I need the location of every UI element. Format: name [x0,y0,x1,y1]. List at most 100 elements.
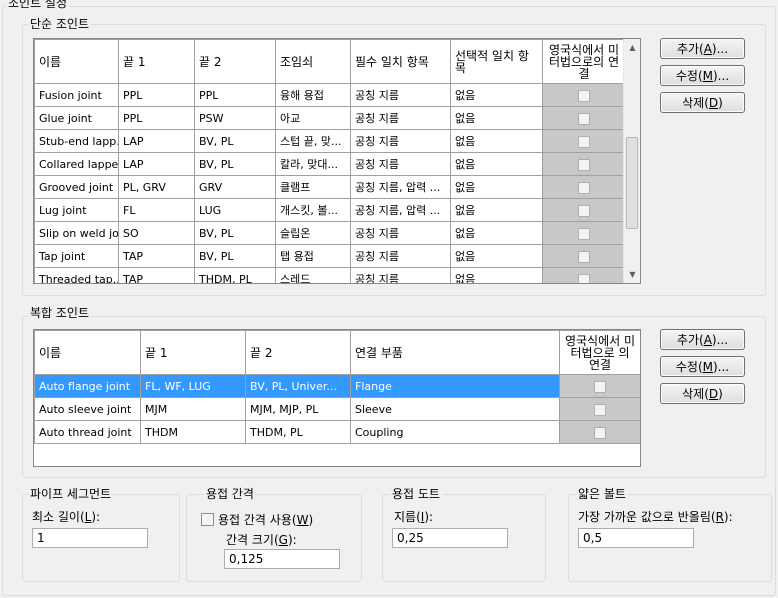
button-label-end: ) [718,386,723,401]
imperial-metric-checkbox[interactable] [578,204,590,217]
table-cell: Slip on weld jo... [34,221,119,245]
table-cell: 공칭 지름 [350,129,451,153]
table-row[interactable]: Glue joint PPL PSW 아교 공칭 지름 없음 [34,106,626,130]
label-text-end: ) [308,513,314,527]
col-header-optional-match[interactable]: 선택적 일치 항목 [450,39,543,84]
table-cell: 없음 [450,152,543,176]
simple-joints-table: 이름 끝 1 끝 2 조임쇠 필수 일치 항목 선택적 일치 항목 영국식에서 … [34,39,626,283]
table-cell: Sleeve [350,397,560,421]
col-header-fastener[interactable]: 조임쇠 [275,39,351,84]
table-row[interactable]: Tap joint TAP BV, PL 탭 용접 공칭 지름 없음 [34,244,626,268]
table-cell: 없음 [450,244,543,268]
table-row[interactable]: Auto thread joint THDM THDM, PL Coupling [34,420,640,444]
table-cell: Lug joint [34,198,119,222]
table-cell: 공칭 지름 [350,106,451,130]
simple-joints-grid[interactable]: 이름 끝 1 끝 2 조임쇠 필수 일치 항목 선택적 일치 항목 영국식에서 … [33,38,641,284]
table-cell: 개스킷, 볼... [275,198,351,222]
col-header-imperial-metric[interactable]: 영국식에서 미터법으로의 연결 [542,39,626,84]
button-label-end: )... [711,41,729,56]
table-cell: 없음 [450,129,543,153]
compound-add-button[interactable]: 추가(A)... [660,329,745,350]
table-cell: LAP [118,152,195,176]
compound-edit-button[interactable]: 수정(M)... [660,356,745,377]
diameter-input[interactable]: 0,25 [392,528,508,548]
compound-joints-legend: 복합 조인트 [28,306,92,320]
imperial-metric-checkbox[interactable] [594,426,606,439]
label-text-end: ): [424,510,434,524]
imperial-metric-checkbox[interactable] [578,273,590,283]
imperial-metric-checkbox[interactable] [578,89,590,102]
imperial-metric-checkbox[interactable] [578,135,590,148]
table-row[interactable]: Auto sleeve joint MJM MJM, MJP, PL Sleeve [34,397,640,421]
imperial-metric-cell [542,267,626,283]
simple-delete-button[interactable]: 삭제(D) [660,92,745,113]
imperial-metric-cell [542,129,626,153]
table-row[interactable]: Fusion joint PPL PPL 융해 용접 공칭 지름 없음 [34,83,626,107]
label-text: 가장 가까운 값으로 반올림( [578,510,716,524]
imperial-metric-checkbox[interactable] [578,112,590,125]
table-row[interactable]: Threaded tap... TAP THDM, PL 스레드 공칭 지름 없음 [34,267,626,283]
compound-delete-button[interactable]: 삭제(D) [660,383,745,404]
button-accel: M [702,359,713,374]
table-cell: 공칭 지름 [350,267,451,283]
table-row[interactable]: Grooved joint PL, GRV GRV 클램프 공칭 지름, 압력 ... 없… [34,175,626,199]
table-cell: TAP [118,267,195,283]
compound-joints-grid[interactable]: 이름 끝 1 끝 2 연결 부품 영국식에서 미터법으로 의 연결 Auto f… [33,329,641,467]
button-label: 추가( [676,42,704,56]
use-weld-gap-label[interactable]: 용접 간격 사용(W) [218,511,313,528]
round-label: 가장 가까운 값으로 반올림(R): [578,508,733,525]
table-cell: SO [118,221,195,245]
label-text: 용접 간격 사용( [218,513,297,527]
col-header-name[interactable]: 이름 [34,330,141,375]
table-row[interactable]: Stub-end lapp... LAP BV, PL 스텁 끝, 맞... 공칭 지름… [34,129,626,153]
label-accel: W [296,513,309,527]
table-cell: BV, PL [194,221,276,245]
table-row[interactable]: Slip on weld jo...SOBV, PL슬립온공칭 지름없음 [34,221,626,245]
imperial-metric-checkbox[interactable] [578,158,590,171]
label-text-end: ): [723,510,733,524]
table-cell: Auto thread joint [34,420,141,444]
simple-add-button[interactable]: 추가(A)... [660,38,745,59]
round-input[interactable]: 0,5 [578,528,694,548]
weld-dot-legend: 용접 도트 [390,487,442,501]
col-header-required-match[interactable]: 필수 일치 항목 [350,39,451,84]
table-row[interactable]: Auto flange joint FL, WF, LUG BV, PL, Univ… [34,374,640,398]
button-label: 수정( [675,360,703,374]
imperial-metric-checkbox[interactable] [594,380,606,393]
table-row[interactable]: Lug joint FL LUG 개스킷, 볼... 공칭 지름, 압력 ... 없음 [34,198,626,222]
simple-edit-button[interactable]: 수정(M)... [660,65,745,86]
min-length-input[interactable]: 1 [32,528,148,548]
table-cell: Tap joint [34,244,119,268]
table-row[interactable]: Collared lappe...LAPBV, PL칼라, 맞대...공칭 지름… [34,152,626,176]
table-cell: GRV [194,175,276,199]
imperial-metric-checkbox[interactable] [578,181,590,194]
scroll-thumb[interactable] [626,137,638,229]
col-header-end2[interactable]: 끝 2 [194,39,276,84]
imperial-metric-cell [542,83,626,107]
col-header-end2[interactable]: 끝 2 [245,330,351,375]
col-header-end1[interactable]: 끝 1 [140,330,246,375]
table-cell: FL, WF, LUG [140,374,246,398]
table-cell: 공칭 지름, 압력 ... [350,198,451,222]
table-cell: THDM, PL [245,420,351,444]
simple-grid-scrollbar[interactable]: ▲ ▼ [623,39,640,283]
scroll-down-arrow-icon[interactable]: ▼ [624,266,640,283]
col-header-end1[interactable]: 끝 1 [118,39,195,84]
button-label-end: )... [713,359,730,374]
col-header-imperial-metric[interactable]: 영국식에서 미터법으로 의 연결 [559,330,640,375]
imperial-metric-checkbox[interactable] [594,403,606,416]
col-header-connection-part[interactable]: 연결 부품 [350,330,560,375]
imperial-metric-checkbox[interactable] [578,227,590,240]
table-cell: 공칭 지름 [350,221,451,245]
table-cell: 스레드 [275,267,351,283]
scroll-up-arrow-icon[interactable]: ▲ [624,39,640,56]
label-text-end: ): [91,510,101,524]
use-weld-gap-checkbox[interactable] [201,513,214,526]
imperial-metric-checkbox[interactable] [578,250,590,263]
col-header-name[interactable]: 이름 [34,39,119,84]
label-accel: R [715,510,724,524]
table-cell: 탭 용접 [275,244,351,268]
table-cell: 스텁 끝, 맞... [275,129,351,153]
imperial-metric-cell [559,420,640,444]
gap-size-input[interactable]: 0,125 [224,549,340,569]
